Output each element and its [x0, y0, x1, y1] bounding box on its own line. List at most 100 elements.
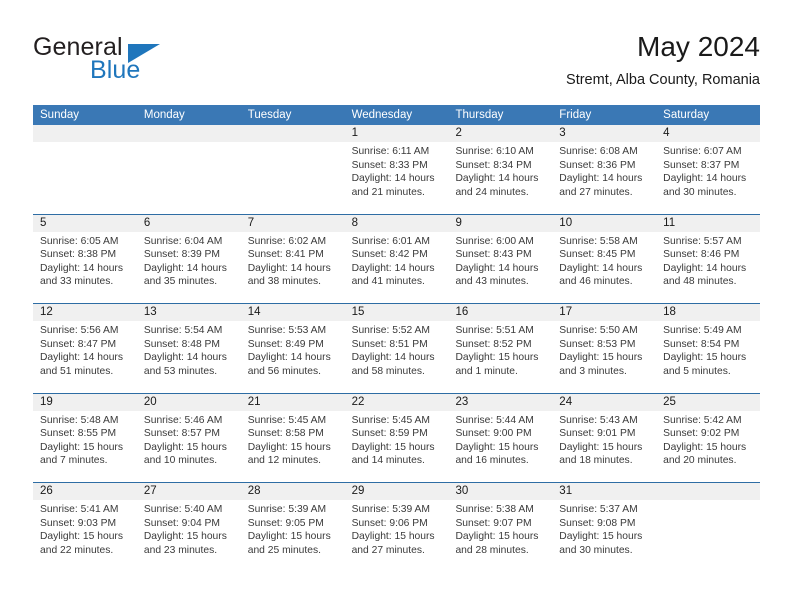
day-detail-line: Sunset: 8:58 PM [247, 428, 324, 440]
calendar-day-cell[interactable]: 10 Sunrise: 5:58 AM Sunset: 8:45 PM Dayligh… [552, 214, 657, 303]
calendar-day-cell[interactable]: 25 Sunrise: 5:42 AM Sunset: 9:02 PM Dayligh… [656, 393, 761, 482]
day-number: 5 [33, 214, 137, 232]
day-details: Sunrise: 5:50 AM Sunset: 8:53 PM Daylight:… [552, 321, 656, 378]
calendar-week-row: 26 Sunrise: 5:41 AM Sunset: 9:03 PM Dayligh… [33, 482, 761, 572]
day-detail-line: Sunset: 8:51 PM [351, 338, 428, 350]
brand-logo[interactable]: General Blue [33, 34, 233, 90]
page-header: General Blue May 2024 Stremt, Alba Count… [33, 30, 760, 92]
day-details: Sunrise: 5:39 AM Sunset: 9:05 PM Daylight:… [241, 500, 345, 557]
day-detail-line: and 43 minutes. [455, 276, 529, 288]
weekday-header-friday: Friday [559, 109, 592, 121]
day-detail-line: and 41 minutes. [351, 276, 425, 288]
day-details: Sunrise: 5:46 AM Sunset: 8:57 PM Daylight:… [137, 411, 241, 468]
calendar-day-cell[interactable]: 27 Sunrise: 5:40 AM Sunset: 9:04 PM Dayligh… [136, 483, 241, 572]
calendar-day-cell[interactable]: 29 Sunrise: 5:39 AM Sunset: 9:06 PM Dayligh… [344, 483, 449, 572]
calendar-day-cell[interactable]: 14 Sunrise: 5:53 AM Sunset: 8:49 PM Dayligh… [240, 304, 345, 393]
calendar-day-cell[interactable]: 15 Sunrise: 5:52 AM Sunset: 8:51 PM Dayligh… [344, 304, 449, 393]
calendar-day-cell[interactable]: 26 Sunrise: 5:41 AM Sunset: 9:03 PM Dayligh… [33, 483, 137, 572]
day-detail-line: Daylight: 15 hours [143, 531, 227, 543]
weekday-header-sunday: Sunday [40, 109, 80, 121]
calendar-day-cell[interactable]: 31 Sunrise: 5:37 AM Sunset: 9:08 PM Dayligh… [552, 483, 657, 572]
calendar-day-cell[interactable]: 8 Sunrise: 6:01 AM Sunset: 8:42 PM Daylight… [344, 214, 449, 303]
day-details: Sunrise: 5:40 AM Sunset: 9:04 PM Daylight:… [137, 500, 241, 557]
day-detail-line: Daylight: 14 hours [40, 262, 123, 274]
calendar-day-cell[interactable]: 17 Sunrise: 5:50 AM Sunset: 8:53 PM Dayligh… [552, 304, 657, 393]
day-detail-line: Sunrise: 5:45 AM [247, 414, 327, 426]
calendar-day-cell[interactable]: 7 Sunrise: 6:02 AM Sunset: 8:41 PM Daylight… [240, 214, 345, 303]
day-detail-line: Sunrise: 5:54 AM [143, 325, 223, 336]
day-detail-line: and 30 minutes. [559, 544, 633, 556]
day-detail-line: Daylight: 15 hours [40, 441, 123, 453]
day-detail-line: Sunrise: 6:02 AM [247, 235, 327, 247]
day-detail-line: Sunrise: 6:04 AM [143, 235, 223, 247]
day-detail-line: Daylight: 15 hours [40, 531, 123, 543]
day-details [137, 142, 241, 145]
calendar-weeks: 1 Sunrise: 6:11 AM Sunset: 8:33 PM Daylight… [33, 125, 761, 572]
calendar-day-cell[interactable]: 6 Sunrise: 6:04 AM Sunset: 8:39 PM Daylight… [136, 214, 241, 303]
day-detail-line: Sunset: 8:54 PM [663, 338, 740, 350]
day-detail-line: and 56 minutes. [247, 365, 321, 377]
day-detail-line: Sunset: 8:39 PM [143, 249, 220, 261]
day-details: Sunrise: 5:45 AM Sunset: 8:59 PM Daylight:… [345, 411, 449, 468]
day-details: Sunrise: 6:00 AM Sunset: 8:43 PM Daylight:… [448, 232, 552, 289]
calendar-day-cell[interactable]: 28 Sunrise: 5:39 AM Sunset: 9:05 PM Dayligh… [240, 483, 345, 572]
day-detail-line: Sunset: 8:53 PM [559, 338, 636, 350]
calendar-day-cell[interactable]: 30 Sunrise: 5:38 AM Sunset: 9:07 PM Dayligh… [448, 483, 553, 572]
day-detail-line: Sunrise: 5:56 AM [40, 325, 119, 336]
calendar-day-cell[interactable]: 21 Sunrise: 5:45 AM Sunset: 8:58 PM Dayligh… [240, 393, 345, 482]
day-detail-line: Sunrise: 5:46 AM [143, 414, 223, 426]
calendar-day-cell[interactable]: 5 Sunrise: 6:05 AM Sunset: 8:38 PM Daylight… [33, 214, 137, 303]
calendar-day-cell[interactable]: 3 Sunrise: 6:08 AM Sunset: 8:36 PM Daylight… [552, 125, 657, 214]
calendar-day-cell[interactable]: 2 Sunrise: 6:10 AM Sunset: 8:34 PM Daylight… [448, 125, 553, 214]
calendar-cell-empty [656, 483, 761, 572]
day-number [656, 483, 761, 500]
calendar-week-row: 12 Sunrise: 5:56 AM Sunset: 8:47 PM Dayligh… [33, 303, 761, 393]
day-details: Sunrise: 5:53 AM Sunset: 8:49 PM Daylight:… [241, 321, 345, 378]
calendar-day-cell[interactable]: 4 Sunrise: 6:07 AM Sunset: 8:37 PM Daylight… [656, 125, 761, 214]
day-number: 31 [552, 483, 657, 500]
day-detail-line: Sunrise: 5:44 AM [455, 414, 534, 426]
calendar-day-cell[interactable]: 23 Sunrise: 5:44 AM Sunset: 9:00 PM Dayligh… [448, 393, 553, 482]
day-details [241, 142, 345, 145]
calendar-grid: Sunday Monday Tuesday Wednesday Thursday Frid… [33, 105, 761, 572]
day-number: 15 [344, 304, 449, 321]
calendar-week-row: 5 Sunrise: 6:05 AM Sunset: 8:38 PM Daylight… [33, 213, 761, 303]
day-detail-line: Sunrise: 6:05 AM [40, 235, 119, 247]
day-detail-line: and 23 minutes. [143, 544, 218, 556]
day-number: 17 [552, 304, 657, 321]
day-detail-line: Sunrise: 5:49 AM [663, 325, 742, 336]
brand-name-blue: Blue [90, 56, 141, 84]
day-number: 27 [136, 483, 241, 500]
calendar-day-cell[interactable]: 11 Sunrise: 5:57 AM Sunset: 8:46 PM Dayligh… [656, 214, 761, 303]
day-detail-line: Sunset: 9:05 PM [247, 517, 324, 529]
calendar-day-cell[interactable]: 19 Sunrise: 5:48 AM Sunset: 8:55 PM Dayligh… [33, 393, 137, 482]
day-details: Sunrise: 6:05 AM Sunset: 8:38 PM Daylight:… [33, 232, 137, 289]
day-detail-line: Sunset: 8:42 PM [351, 249, 428, 261]
day-detail-line: Daylight: 14 hours [247, 352, 331, 364]
calendar-day-cell[interactable]: 16 Sunrise: 5:51 AM Sunset: 8:52 PM Dayligh… [448, 304, 553, 393]
day-detail-line: Daylight: 14 hours [351, 352, 435, 364]
day-detail-line: Sunset: 8:36 PM [559, 159, 636, 171]
day-number: 21 [240, 393, 345, 411]
weekday-header-monday: Monday [143, 109, 185, 121]
day-detail-line: and 27 minutes. [559, 186, 633, 198]
day-details: Sunrise: 5:41 AM Sunset: 9:03 PM Daylight:… [33, 500, 137, 557]
calendar-day-cell[interactable]: 13 Sunrise: 5:54 AM Sunset: 8:48 PM Dayligh… [136, 304, 241, 393]
calendar-day-cell[interactable]: 18 Sunrise: 5:49 AM Sunset: 8:54 PM Dayligh… [656, 304, 761, 393]
day-detail-line: and 28 minutes. [455, 544, 529, 556]
day-detail-line: Sunset: 8:33 PM [351, 159, 428, 171]
calendar-day-cell[interactable]: 22 Sunrise: 5:45 AM Sunset: 8:59 PM Dayligh… [344, 393, 449, 482]
day-detail-line: Sunrise: 5:51 AM [455, 325, 534, 336]
calendar-day-cell[interactable]: 1 Sunrise: 6:11 AM Sunset: 8:33 PM Daylight… [344, 125, 449, 214]
calendar-day-cell[interactable]: 9 Sunrise: 6:00 AM Sunset: 8:43 PM Daylight… [448, 214, 553, 303]
day-detail-line: Sunrise: 5:57 AM [663, 235, 742, 247]
day-detail-line: Daylight: 15 hours [247, 441, 331, 453]
day-detail-line: and 14 minutes. [351, 455, 425, 467]
weekday-header-tuesday: Tuesday [247, 109, 292, 121]
day-details: Sunrise: 6:08 AM Sunset: 8:36 PM Daylight:… [552, 142, 656, 199]
calendar-day-cell[interactable]: 12 Sunrise: 5:56 AM Sunset: 8:47 PM Dayligh… [33, 304, 137, 393]
calendar-day-cell[interactable]: 20 Sunrise: 5:46 AM Sunset: 8:57 PM Dayligh… [136, 393, 241, 482]
calendar-day-cell[interactable]: 24 Sunrise: 5:43 AM Sunset: 9:01 PM Dayligh… [552, 393, 657, 482]
day-detail-line: Sunset: 8:57 PM [143, 428, 220, 440]
day-detail-line: Sunset: 8:48 PM [143, 338, 220, 350]
